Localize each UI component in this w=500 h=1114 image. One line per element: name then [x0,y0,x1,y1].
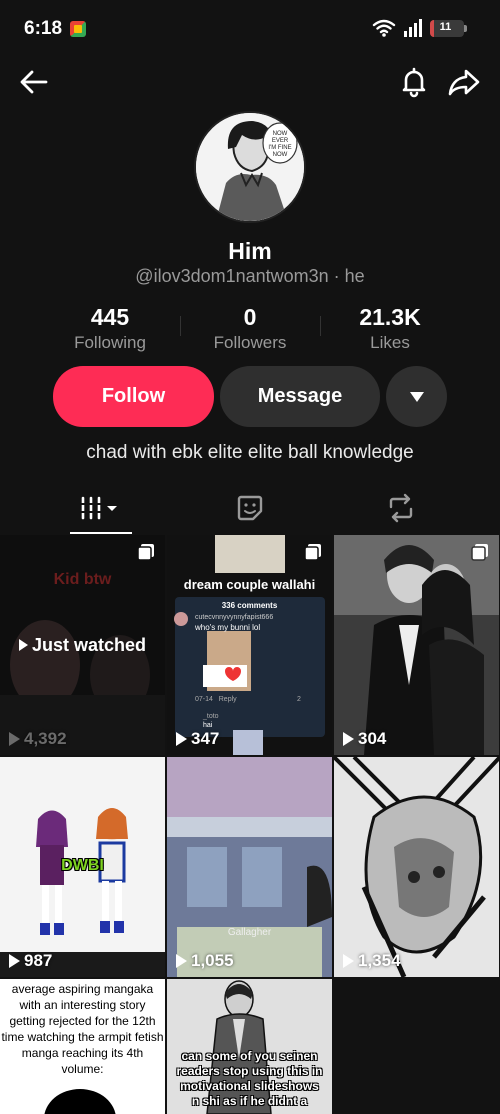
play-icon [9,954,20,968]
notification-bell-button[interactable] [394,62,434,102]
video-caption: can some of you seinen readers stop usin… [176,1049,323,1108]
video-caption-text: Just watched [31,635,147,655]
play-icon [343,732,354,746]
video-caption-top: Kid btw [53,571,112,588]
repost-icon [389,493,413,523]
profile-bio: chad with ebk elite elite ball knowledge [86,442,414,463]
profile-name: Him [228,238,272,264]
thumbnail-image [334,757,499,977]
back-arrow-icon [20,70,48,94]
video-caption: DWBI [61,857,104,874]
comment-likes: 2 [297,696,301,703]
message-button[interactable]: Message [220,366,380,427]
grid-icon [81,496,117,520]
video-caption: dream couple wallahi [183,577,316,592]
wifi-icon [372,19,396,37]
svg-text:EVER: EVER [272,138,289,144]
battery-tip [464,25,467,32]
view-count-text: 987 [24,951,53,970]
status-time: 6:18 [24,18,63,39]
follow-button[interactable]: Follow [53,366,214,427]
video-caption: Just watched [0,635,165,656]
video-thumbnail[interactable]: Kid btw Just watched 4,392 [0,535,165,755]
video-thumbnail[interactable]: can some of you seinen readers stop usin… [167,979,332,1114]
share-button[interactable] [444,62,484,102]
comment-reply[interactable]: Reply [219,696,237,703]
video-thumbnail[interactable]: 304 [334,535,499,755]
stat-label: Likes [370,333,410,352]
comment-text: who's my bunni lol [195,623,261,632]
view-count: 304 [343,729,386,749]
video-thumbnail[interactable]: 1,354 [334,757,499,977]
profile-tabs [0,484,500,534]
view-count-text: 4,392 [24,729,67,748]
reply-text: hai [203,722,213,729]
video-thumbnail[interactable]: dream couple wallahi 336 comments cutecv… [167,535,332,755]
svg-text:I'M FINE: I'M FINE [268,145,291,151]
view-count: 987 [9,951,52,971]
comment-time-text: 07-14 [195,696,213,703]
video-thumbnail[interactable]: Gallagher 1,055 [167,757,332,977]
stat-value: 0 [243,304,257,330]
bell-icon [402,67,426,98]
stat-following[interactable]: 445 Following [40,304,180,352]
multi-photo-icon [304,544,321,561]
tab-videos[interactable] [66,484,136,534]
view-count-text: 1,055 [191,951,234,970]
profile-stats: 445 Following 0 Followers 21.3K Likes [40,304,460,352]
stat-value: 445 [90,304,130,330]
stat-label: Followers [213,333,287,352]
stat-label: Following [74,333,146,352]
play-icon [176,732,187,746]
more-options-button[interactable] [386,366,447,427]
video-caption: Gallagher [227,927,272,938]
view-count: 4,392 [9,729,67,749]
comments-header: 336 comments [221,601,278,610]
avatar[interactable]: NOW EVER I'M FINE NOW [194,111,306,223]
video-thumbnail[interactable]: DWBI 987 [0,757,165,977]
comment-user: cutecvnnyvynnyfapist666 [195,614,274,621]
signal-icon [404,19,422,37]
battery-indicator: 11 [430,20,464,37]
tab-reposts[interactable] [366,484,436,532]
view-count: 1,354 [343,951,401,971]
app-notification-icon [70,21,86,37]
caret-down-icon [409,391,424,402]
share-icon [448,69,480,96]
back-button[interactable] [14,62,54,102]
video-caption: average aspiring mangaka with an interes… [1,982,164,1076]
view-count-text: 304 [358,729,387,748]
battery-level: 11 [439,21,452,33]
stat-followers[interactable]: 0 Followers [180,304,320,352]
svg-text:NOW: NOW [273,152,288,158]
tab-favorites[interactable] [215,484,285,532]
thumbnail-image [167,757,332,977]
status-bar: 6:18 11 [0,0,500,58]
sticker-icon [237,495,263,521]
play-icon [176,954,187,968]
stat-value: 21.3K [359,304,421,330]
view-count: 1,055 [176,951,234,971]
stat-likes[interactable]: 21.3K Likes [320,304,460,352]
comment-time: 07-14 Reply [195,696,237,703]
view-count: 347 [176,729,219,749]
video-thumbnail[interactable]: average aspiring mangaka with an interes… [0,979,165,1114]
profile-handle: @ilov3dom1nantwom3n · he [135,266,365,286]
avatar-image: NOW EVER I'M FINE NOW [196,113,304,221]
view-count-text: 1,354 [358,951,401,970]
play-icon [343,954,354,968]
play-icon [9,732,20,746]
reply-user: _toto [203,713,219,720]
thumbnail-image [167,535,332,755]
multi-photo-icon [471,544,488,561]
view-count-text: 347 [191,729,220,748]
thumbnail-image [334,535,499,755]
svg-text:NOW: NOW [273,131,288,137]
multi-photo-icon [137,544,154,561]
